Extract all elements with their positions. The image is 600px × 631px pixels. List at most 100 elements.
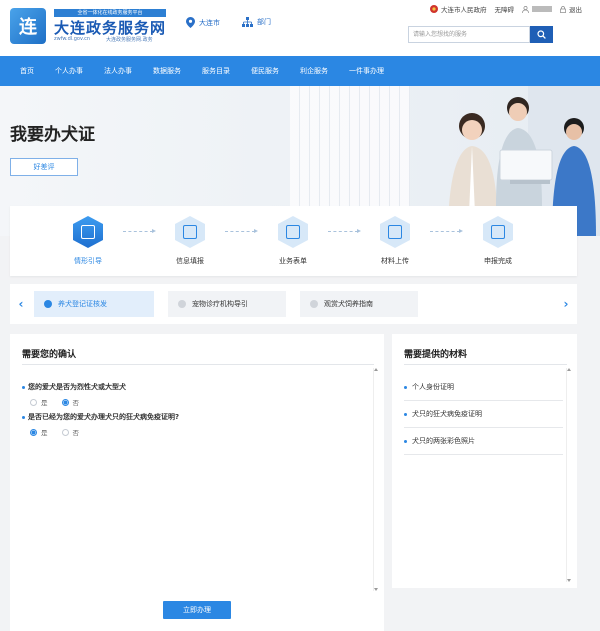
gov-link-label: 大连市人民政府 <box>441 6 487 14</box>
material-label: 个人身份证明 <box>412 383 454 391</box>
tabs-prev-button[interactable]: ‹ <box>14 295 28 313</box>
scroll-down-icon <box>374 588 378 591</box>
option-yes[interactable]: 是 <box>30 427 48 437</box>
material-label: 犬只的狂犬病免疫证明 <box>412 410 482 418</box>
upload-icon <box>380 216 410 248</box>
gov-link[interactable]: 大连市人民政府 <box>430 4 487 14</box>
materials-title: 需要提供的材料 <box>404 350 468 360</box>
tab-pet-clinic[interactable]: 宠物诊疗机构导引 <box>168 291 286 317</box>
material-item[interactable]: 个人身份证明 <box>404 374 563 401</box>
rating-button[interactable]: 好差评 <box>10 158 78 176</box>
site-header: 连 全省一体化在线政务服务平台 大连政务服务网 zwfw.dl.gov.cn 大… <box>0 0 600 56</box>
nav-corporate[interactable]: 法人办事 <box>104 66 132 76</box>
option-label: 是 <box>41 429 48 437</box>
question-2-options: 是 否 <box>30 427 79 437</box>
tabs-next-button[interactable]: › <box>559 295 573 313</box>
page-title: 我要办犬证 <box>10 125 95 145</box>
step-label: 情形引导 <box>74 257 102 265</box>
question-2: 是否已经为您的爱犬办理犬只的狂犬病免疫证明? <box>22 412 179 422</box>
search-icon <box>537 30 546 39</box>
option-yes[interactable]: 是 <box>30 397 48 407</box>
scenario-tabs: ‹ 养犬登记证核发 宠物诊疗机构导引 观赏犬饲养指南 › <box>10 284 577 324</box>
chevron-right-icon: › <box>563 297 569 311</box>
step-info-fill[interactable]: 信息填报 <box>160 216 220 266</box>
site-name[interactable]: 大连政务服务网 <box>54 17 166 38</box>
step-arrow-icon <box>430 229 463 234</box>
radio-unchecked-icon <box>30 398 37 406</box>
document-icon <box>278 216 308 248</box>
process-steps: 情形引导 信息填报 业务表单 材料上传 申报完成 <box>10 206 577 276</box>
tab-dog-license[interactable]: 养犬登记证核发 <box>34 291 154 317</box>
bullet-icon <box>404 385 407 389</box>
search-input[interactable]: 请输入您想找的服务 <box>408 26 530 43</box>
option-no[interactable]: 否 <box>61 397 80 407</box>
nav-data-service[interactable]: 数据服务 <box>153 66 181 76</box>
user-icon <box>522 5 529 13</box>
location-selector[interactable]: 大连市 <box>186 17 220 28</box>
question-text: 是否已经为您的爱犬办理犬只的狂犬病免疫证明? <box>28 413 180 421</box>
lock-icon <box>560 5 566 13</box>
step-label: 信息填报 <box>176 257 204 265</box>
scroll-up-icon <box>374 368 378 371</box>
submit-button[interactable]: 立即办理 <box>163 601 231 619</box>
material-item[interactable]: 犬只的两张彩色照片 <box>404 428 563 455</box>
scroll-down-icon <box>567 579 571 582</box>
logo-slogan: 全省一体化在线政务服务平台 <box>54 9 166 17</box>
materials-scrollbar[interactable] <box>566 368 571 582</box>
search-button[interactable] <box>530 26 553 43</box>
option-label: 是 <box>41 399 48 407</box>
bullet-icon <box>22 385 25 389</box>
department-label: 部门 <box>257 18 271 26</box>
complete-icon <box>483 216 513 248</box>
step-arrow-icon <box>328 229 361 234</box>
department-selector[interactable]: 部门 <box>242 17 271 27</box>
question-1-options: 是 否 <box>30 397 79 407</box>
bullet-icon <box>22 415 25 419</box>
top-utility-bar: 大连市人民政府 无障碍 退出 <box>430 4 582 14</box>
user-name-masked <box>532 6 552 12</box>
nav-personal[interactable]: 个人办事 <box>55 66 83 76</box>
org-chart-icon <box>242 17 253 27</box>
divider <box>22 364 374 365</box>
accessibility-link[interactable]: 无障碍 <box>495 4 515 14</box>
material-item[interactable]: 犬只的狂犬病免疫证明 <box>404 401 563 428</box>
nav-business-service[interactable]: 利企服务 <box>300 66 328 76</box>
tab-dog-guide[interactable]: 观赏犬饲养指南 <box>300 291 418 317</box>
nav-home[interactable]: 首页 <box>20 66 34 76</box>
bullet-icon <box>404 439 407 443</box>
question-text: 您的爱犬是否为烈性犬或大型犬 <box>28 383 126 391</box>
question-1: 您的爱犬是否为烈性犬或大型犬 <box>22 382 126 392</box>
site-url-cn: 大连政务服务网.政务 <box>106 37 153 43</box>
step-label: 申报完成 <box>484 257 512 265</box>
step-label: 业务表单 <box>279 257 307 265</box>
radio-checked-icon <box>61 398 69 406</box>
banner-window-decoration <box>290 86 410 216</box>
tab-label: 观赏犬饲养指南 <box>324 300 373 308</box>
logo-emblem-char: 连 <box>19 17 37 38</box>
panel-scrollbar[interactable] <box>373 368 378 591</box>
clinic-icon <box>178 300 186 308</box>
step-business-form[interactable]: 业务表单 <box>263 216 323 266</box>
nav-public-service[interactable]: 便民服务 <box>251 66 279 76</box>
guide-book-icon <box>310 300 318 308</box>
radio-unchecked-icon <box>61 428 69 436</box>
user-account[interactable] <box>522 5 552 13</box>
nav-one-thing[interactable]: 一件事办理 <box>349 66 384 76</box>
logout-label: 退出 <box>569 6 582 14</box>
logout-button[interactable]: 退出 <box>560 4 582 14</box>
step-guide[interactable]: 情形引导 <box>58 216 118 266</box>
material-label: 犬只的两张彩色照片 <box>412 437 475 445</box>
step-arrow-icon <box>225 229 258 234</box>
step-complete[interactable]: 申报完成 <box>468 216 528 266</box>
confirmation-title: 需要您的确认 <box>22 350 77 360</box>
step-upload[interactable]: 材料上传 <box>365 216 425 266</box>
confirmation-panel: 需要您的确认 您的爱犬是否为烈性犬或大型犬 是 否 是否已经为您的爱犬办理犬只的… <box>10 334 384 631</box>
option-label: 否 <box>72 399 80 407</box>
site-logo-emblem[interactable]: 连 <box>10 8 46 44</box>
option-no[interactable]: 否 <box>61 427 80 437</box>
guide-icon <box>73 216 103 248</box>
site-url: zwfw.dl.gov.cn <box>54 36 91 42</box>
step-arrow-icon <box>123 229 156 234</box>
option-label: 否 <box>72 429 80 437</box>
nav-service-catalog[interactable]: 服务目录 <box>202 66 230 76</box>
